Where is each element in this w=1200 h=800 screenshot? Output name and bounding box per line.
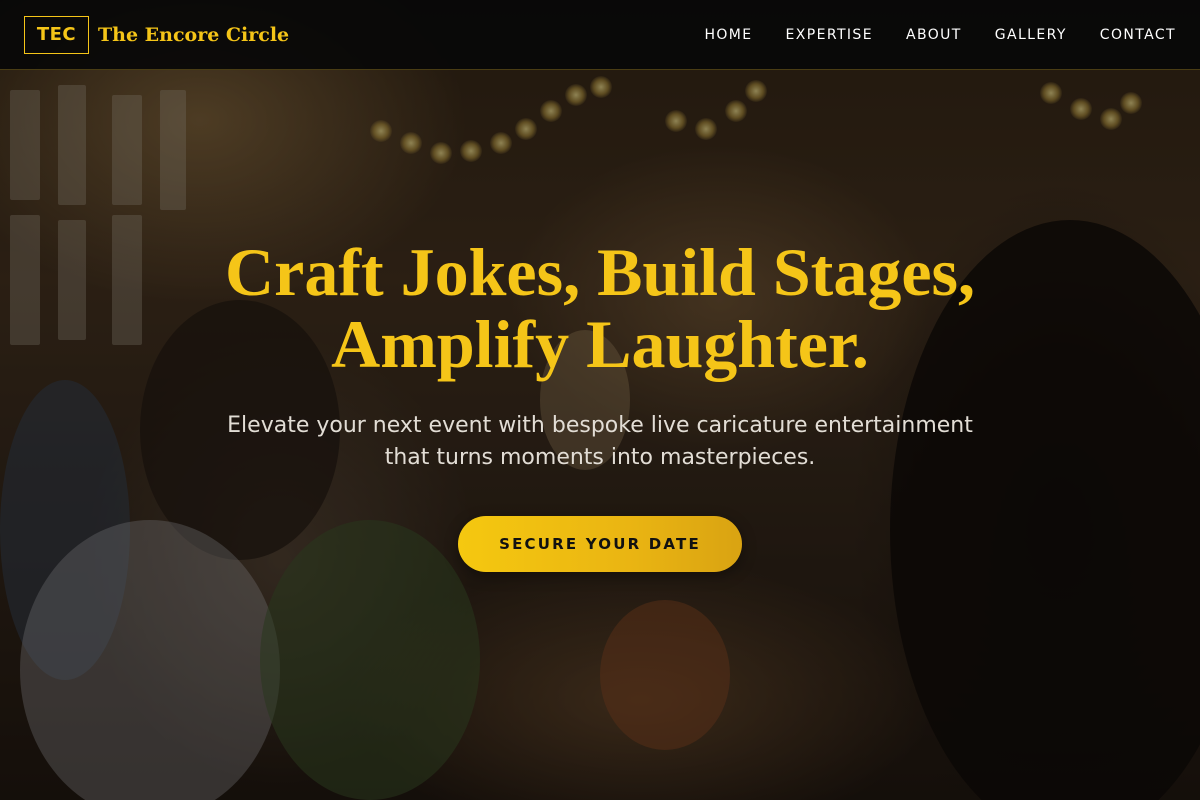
hero-subtext-line: that turns moments into masterpieces. xyxy=(384,445,816,470)
top-navbar: TEC The Encore Circle HOME EXPERTISE ABO… xyxy=(0,0,1200,70)
secure-your-date-button[interactable]: SECURE YOUR DATE xyxy=(458,516,742,572)
nav-item-contact[interactable]: CONTACT xyxy=(1100,27,1176,43)
main-nav: HOME EXPERTISE ABOUT GALLERY CONTACT xyxy=(671,27,1176,43)
hero-headline: Craft Jokes, Build Stages, Amplify Laugh… xyxy=(0,236,1200,380)
hero-section: Craft Jokes, Build Stages, Amplify Laugh… xyxy=(0,236,1200,572)
nav-item-about[interactable]: ABOUT xyxy=(906,27,962,43)
nav-item-gallery[interactable]: GALLERY xyxy=(995,27,1067,43)
hero-subtext-line: Elevate your next event with bespoke liv… xyxy=(227,413,973,438)
nav-item-home[interactable]: HOME xyxy=(704,27,752,43)
nav-item-expertise[interactable]: EXPERTISE xyxy=(786,27,873,43)
brand-logo-link[interactable]: TEC The Encore Circle xyxy=(24,15,290,54)
brand-name: The Encore Circle xyxy=(98,23,290,46)
hero-headline-line: Amplify Laughter. xyxy=(331,306,869,382)
hero-headline-line: Craft Jokes, Build Stages, xyxy=(225,234,975,310)
logo-badge: TEC xyxy=(24,15,89,54)
hero-subtext: Elevate your next event with bespoke liv… xyxy=(170,410,1030,474)
